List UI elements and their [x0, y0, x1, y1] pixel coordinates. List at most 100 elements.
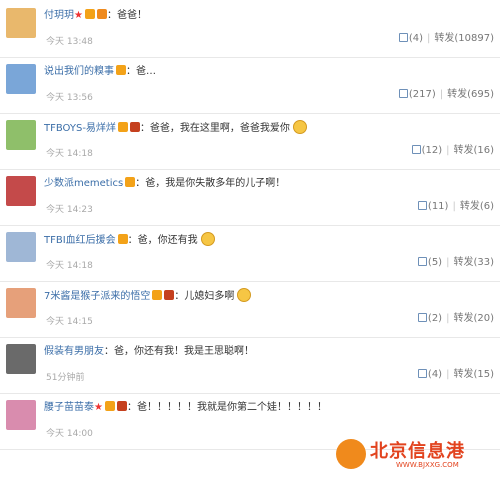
comment-row: TFBI血红后援会 ：爸，你还有我今天 14:18 (5) | 转发(33) — [0, 226, 500, 282]
comment-line: 付玥玥★ ：爸爸！ — [44, 8, 490, 24]
comment-line: TFBI血红后援会 ：爸，你还有我 — [44, 232, 490, 248]
username-link[interactable]: 假装有男朋友 — [44, 346, 104, 357]
like-count[interactable]: (2) — [428, 313, 442, 324]
badge-icon — [129, 122, 140, 132]
repost-link[interactable]: 转发(16) — [453, 145, 494, 156]
comment-time: 今天 14:18 — [46, 261, 93, 271]
repost-link[interactable]: 转发(6) — [460, 201, 494, 212]
avatar[interactable] — [6, 8, 36, 38]
like-count[interactable]: (5) — [428, 257, 442, 268]
badge-icon — [125, 177, 136, 187]
comment-row: 说出我们的糗事 ：爸… 今天 13:56 (217) | 转发(695) — [0, 58, 500, 114]
comment-line: 假装有男朋友：爸，你还有我！我是王思聪啊！ — [44, 344, 490, 360]
repost-link[interactable]: 转发(33) — [453, 257, 494, 268]
username-link[interactable]: 付玥玥 — [44, 10, 74, 21]
badge-icon — [117, 234, 128, 244]
comment-time: 今天 13:56 — [46, 93, 93, 103]
comment-actions: (4) | 转发(15) — [417, 368, 494, 382]
comment-text: ：爸，我是你失散多年的儿子啊！ — [135, 178, 286, 189]
like-icon[interactable] — [398, 33, 408, 42]
avatar[interactable] — [6, 344, 36, 374]
username-link[interactable]: TFBI血红后援会 — [44, 235, 116, 246]
avatar[interactable] — [6, 288, 36, 318]
like-icon[interactable] — [417, 201, 427, 210]
avatar[interactable] — [6, 64, 36, 94]
badge-icon — [117, 122, 128, 132]
like-icon[interactable] — [411, 145, 421, 154]
like-count[interactable]: (217) — [409, 89, 436, 100]
badge-icon — [96, 9, 107, 19]
like-count[interactable]: (4) — [428, 369, 442, 380]
repost-link[interactable]: 转发(15) — [453, 369, 494, 380]
emoji-icon — [200, 232, 215, 246]
comment-text: ：爸爸，我在这里啊，爸爸我爱你 — [139, 123, 290, 134]
badge-icon — [84, 9, 95, 19]
comment-actions: (12) | 转发(16) — [411, 144, 494, 158]
like-icon[interactable] — [417, 257, 427, 266]
comment-text: ：爸，你还有我！我是王思聪啊！ — [104, 346, 254, 357]
comment-line: 少数派memetics ：爸，我是你失散多年的儿子啊！ — [44, 176, 490, 192]
like-count[interactable]: (11) — [428, 201, 449, 212]
badge-icon — [152, 290, 163, 300]
comment-time: 今天 13:48 — [46, 37, 93, 47]
badge-icon — [104, 401, 115, 411]
like-icon[interactable] — [417, 313, 427, 322]
emoji-icon — [237, 288, 252, 302]
comment-text: ：爸爸！ — [106, 10, 147, 21]
username-link[interactable]: TFBOYS-易烊烊 — [44, 123, 116, 134]
watermark: 北京信息港 WWW.BJXXG.COM — [336, 435, 494, 475]
badge-icon — [116, 65, 126, 75]
divider: | — [446, 257, 450, 268]
avatar[interactable] — [6, 232, 36, 262]
comment-actions: (5) | 转发(33) — [417, 256, 494, 270]
comment-line: 7米酱是猴子派来的悟空 ：儿媳妇多啊 — [44, 288, 490, 304]
comment-time: 51分钟前 — [46, 373, 85, 383]
comment-time: 今天 14:00 — [46, 429, 93, 439]
like-count[interactable]: (4) — [409, 33, 423, 44]
comment-time: 今天 14:23 — [46, 205, 93, 215]
badge-icon — [164, 290, 175, 300]
comment-row: TFBOYS-易烊烊 ：爸爸，我在这里啊，爸爸我爱你今天 14:18 (12) | 转发… — [0, 114, 500, 170]
comment-text: ：爸… — [126, 66, 156, 77]
username-link[interactable]: 少数派memetics — [44, 178, 123, 189]
comment-time: 今天 14:18 — [46, 149, 93, 159]
emoji-icon — [292, 120, 307, 134]
avatar[interactable] — [6, 400, 36, 430]
comment-actions: (4) | 转发(10897) — [398, 32, 494, 46]
comment-text: ：儿媳妇多啊 — [174, 291, 235, 302]
comment-actions: (2) | 转发(20) — [417, 312, 494, 326]
avatar[interactable] — [6, 120, 36, 150]
repost-link[interactable]: 转发(20) — [453, 313, 494, 324]
username-link[interactable]: 腰子苗苗泰 — [44, 402, 94, 413]
divider: | — [446, 313, 450, 324]
comment-row: 少数派memetics ：爸，我是你失散多年的儿子啊！ 今天 14:23 (11) | 转… — [0, 170, 500, 226]
comment-actions: (217) | 转发(695) — [398, 88, 494, 102]
star-icon: ★ — [74, 10, 83, 21]
username-link[interactable]: 说出我们的糗事 — [44, 66, 114, 77]
divider: | — [427, 33, 431, 44]
like-icon[interactable] — [398, 89, 408, 98]
repost-link[interactable]: 转发(10897) — [434, 33, 494, 44]
comment-line: TFBOYS-易烊烊 ：爸爸，我在这里啊，爸爸我爱你 — [44, 120, 490, 136]
comment-row: 7米酱是猴子派来的悟空 ：儿媳妇多啊今天 14:15 (2) | 转发(20) — [0, 282, 500, 338]
like-icon[interactable] — [417, 369, 427, 378]
watermark-text: 北京信息港 — [370, 441, 465, 462]
avatar[interactable] — [6, 176, 36, 206]
like-count[interactable]: (12) — [422, 145, 443, 156]
watermark-url: WWW.BJXXG.COM — [396, 461, 459, 469]
divider: | — [439, 89, 444, 100]
divider: | — [446, 145, 450, 156]
comment-line: 说出我们的糗事 ：爸… — [44, 64, 490, 80]
divider: | — [446, 369, 450, 380]
watermark-logo-icon — [336, 439, 366, 469]
comment-actions: (11) | 转发(6) — [417, 200, 494, 214]
star-icon: ★ — [94, 402, 103, 413]
badge-icon — [116, 401, 127, 411]
comment-text: ：爸，你还有我 — [127, 235, 198, 246]
comment-time: 今天 14:15 — [46, 317, 93, 327]
username-link[interactable]: 7米酱是猴子派来的悟空 — [44, 291, 150, 302]
comment-row: 假装有男朋友：爸，你还有我！我是王思聪啊！ 51分钟前 (4) | 转发(15) — [0, 338, 500, 394]
divider: | — [452, 201, 456, 212]
repost-link[interactable]: 转发(695) — [447, 89, 494, 100]
comment-text: ：爸！！！！！我就是你第二个娃！！！！！ — [126, 402, 327, 413]
